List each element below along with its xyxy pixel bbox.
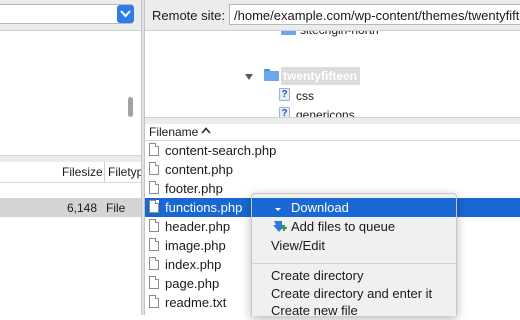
remote-site-label: Remote site: bbox=[152, 8, 225, 23]
file-name: header.php bbox=[165, 219, 231, 234]
menu-item-label: Create directory bbox=[271, 268, 364, 283]
tree-item-twentyfifteen[interactable]: twentyfifteen bbox=[264, 68, 364, 86]
download-arrow-icon bbox=[275, 208, 281, 211]
folder-icon bbox=[264, 69, 279, 81]
local-site-dropdown[interactable] bbox=[0, 4, 134, 24]
tree-item-label: twentyfifteen bbox=[283, 69, 358, 83]
menu-item-create-new-file[interactable]: Create new file bbox=[252, 301, 456, 320]
unknown-folder-icon: ? bbox=[279, 88, 290, 101]
file-icon bbox=[149, 238, 159, 251]
remote-directory-tree[interactable]: sitecrigin-north twentyfifteen ? css ? g… bbox=[145, 31, 520, 117]
file-icon bbox=[149, 162, 159, 175]
menu-item-view-edit[interactable]: View/Edit bbox=[252, 236, 456, 255]
file-type: File bbox=[106, 201, 126, 215]
tree-item-css[interactable]: ? css bbox=[279, 88, 359, 106]
context-menu: Download Add files to queue View/Edit Cr… bbox=[251, 193, 457, 318]
column-header-filename[interactable]: Filename bbox=[149, 125, 198, 139]
chevron-up-icon[interactable] bbox=[201, 127, 211, 134]
add-to-queue-icon bbox=[273, 221, 287, 232]
local-tree-scrollbar[interactable] bbox=[128, 97, 133, 117]
folder-icon bbox=[281, 31, 296, 35]
menu-item-label: View/Edit bbox=[271, 238, 325, 253]
column-header-filesize[interactable]: Filesize bbox=[62, 165, 103, 179]
menu-item-label: Download bbox=[291, 200, 349, 215]
menu-item-create-directory[interactable]: Create directory bbox=[252, 266, 456, 285]
menu-item-download[interactable]: Download bbox=[252, 198, 456, 217]
file-name: footer.php bbox=[165, 181, 223, 196]
file-size: 6,148 bbox=[66, 201, 97, 215]
file-name: content.php bbox=[165, 162, 233, 177]
menu-item-add-to-queue[interactable]: Add files to queue bbox=[252, 217, 456, 236]
menu-item-label: Create new file bbox=[271, 303, 358, 318]
file-name: content-search.php bbox=[165, 143, 277, 158]
file-icon bbox=[149, 257, 159, 270]
local-list-header: Filesize Filetyp bbox=[0, 162, 143, 183]
tree-item-genericons[interactable]: ? genericons bbox=[279, 107, 379, 117]
tree-item-label: sitecrigin-north bbox=[300, 31, 379, 37]
local-site-dropdown-button[interactable] bbox=[117, 5, 134, 23]
file-name: functions.php bbox=[165, 200, 243, 215]
file-icon bbox=[149, 219, 159, 232]
file-icon bbox=[149, 200, 159, 213]
menu-separator bbox=[252, 263, 456, 264]
file-icon bbox=[149, 181, 159, 194]
file-name: index.php bbox=[165, 257, 222, 272]
remote-path-input[interactable]: /home/example.com/wp-content/themes/twen… bbox=[229, 4, 520, 25]
tree-item-label: genericons bbox=[296, 108, 355, 117]
local-file-row-selected[interactable]: 6,148 File bbox=[0, 198, 141, 217]
column-divider[interactable] bbox=[104, 162, 105, 182]
expand-triangle-icon[interactable] bbox=[245, 74, 253, 80]
column-header-filetype[interactable]: Filetyp bbox=[108, 165, 143, 179]
file-icon bbox=[149, 276, 159, 289]
tree-item[interactable]: sitecrigin-north bbox=[281, 31, 401, 40]
remote-site-bar: Remote site: /home/example.com/wp-conten… bbox=[145, 0, 520, 31]
menu-item-label: Create directory and enter it bbox=[271, 286, 433, 301]
local-directory-tree[interactable] bbox=[0, 31, 141, 159]
file-icon bbox=[149, 143, 159, 156]
file-name: readme.txt bbox=[165, 295, 227, 310]
file-name: image.php bbox=[165, 238, 226, 253]
file-row[interactable]: content.php bbox=[145, 160, 520, 179]
remote-list-header: Filename bbox=[145, 124, 520, 141]
file-name: page.php bbox=[165, 276, 220, 291]
file-icon bbox=[149, 295, 159, 308]
chevron-down-icon bbox=[120, 10, 131, 18]
unknown-folder-icon: ? bbox=[279, 107, 290, 117]
menu-item-label: Add files to queue bbox=[291, 219, 396, 234]
tree-item-label: css bbox=[296, 89, 314, 103]
file-row[interactable]: content-search.php bbox=[145, 141, 520, 160]
